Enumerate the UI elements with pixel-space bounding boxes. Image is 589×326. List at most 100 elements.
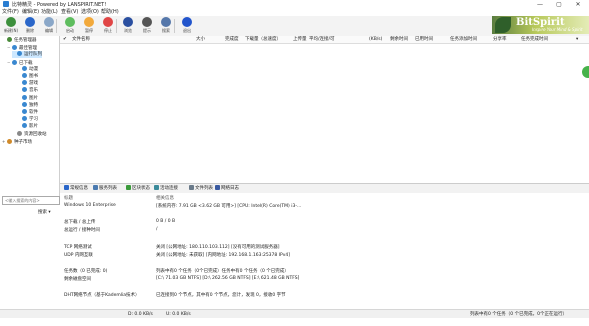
menu-edit[interactable]: 编辑(E): [22, 9, 39, 16]
info-key: 总运行 / 接种时间: [64, 228, 100, 234]
category-icon: [22, 87, 27, 93]
column-header[interactable]: 已用时间: [415, 36, 433, 43]
toolbar-button-label: 新建(N): [3, 28, 19, 33]
tree-node[interactable]: + 种子市场: [2, 138, 32, 145]
tree-node-label: 图片: [29, 95, 38, 101]
info-value: 0 B / 0 B: [156, 219, 176, 225]
column-header[interactable]: 分享率: [493, 36, 507, 43]
column-header[interactable]: 完成度: [225, 36, 239, 43]
toolbar-button-9[interactable]: 退出: [178, 17, 196, 35]
tab-4[interactable]: 文件列表: [189, 185, 213, 192]
menu-file[interactable]: 文件(F): [2, 9, 19, 16]
file-list-icon: [189, 185, 194, 190]
info-key: Windows 10 Enterprise: [64, 203, 116, 208]
general-info-panel: 标题 相关信息 Windows 10 Enterprise [系统内存: 7.91…: [60, 193, 589, 308]
column-header[interactable]: 上传量: [293, 36, 307, 43]
server-icon: [93, 185, 98, 190]
tree-node[interactable]: 软件: [17, 109, 38, 116]
tree-node[interactable]: 独特: [17, 101, 38, 109]
category-icon: [22, 109, 27, 114]
tree-node[interactable]: 任务管理器: [2, 37, 37, 44]
log-icon: [215, 185, 220, 190]
category-icon: [22, 101, 27, 107]
edit-icon: [44, 17, 54, 27]
tab-3[interactable]: 活动连接: [154, 185, 178, 192]
column-chooser-icon[interactable]: ▾: [576, 36, 578, 43]
task-grid[interactable]: [60, 44, 589, 182]
tree-node-label: 任务管理器: [14, 38, 37, 43]
column-header[interactable]: 任务添加时间: [450, 36, 477, 43]
torrent-market-icon: [7, 138, 12, 144]
tree-node[interactable]: 动漫: [17, 65, 38, 73]
toolbar-button-label: 退出: [183, 28, 191, 33]
toolbar-separator: [56, 19, 57, 33]
menu-function[interactable]: 功能(L): [41, 9, 58, 16]
tab-label: 网络日志: [221, 186, 239, 191]
column-header[interactable]: (KB/s): [369, 36, 382, 43]
tree-node[interactable]: 音乐: [17, 87, 38, 94]
toolbar-button-label: 删除: [26, 28, 34, 33]
column-header[interactable]: 任务完成时间: [521, 36, 548, 43]
toolbar-separator: [174, 19, 175, 33]
info-header-title: 标题: [64, 196, 73, 201]
toolbar-button-6[interactable]: 浏览: [119, 17, 137, 35]
tree-node[interactable]: 图片: [17, 94, 38, 102]
column-header[interactable]: 剩余时间: [390, 36, 408, 43]
tree-node[interactable]: 学习: [17, 116, 38, 123]
toolbar-button-0[interactable]: 新建(N): [2, 17, 20, 35]
info-key: TCP 网络测试: [64, 244, 92, 250]
column-header[interactable]: 平均/连接/可: [309, 36, 335, 43]
toolbar-button-label: 暂停: [85, 28, 93, 33]
menu-options[interactable]: 选项(O): [81, 9, 99, 16]
connection-icon: [154, 185, 159, 190]
maximize-button[interactable]: ▢: [552, 0, 566, 9]
title-bar: 比特精灵 - Powered by LANSPIRIT.NET! — ▢ ✕: [0, 0, 589, 9]
tree-node[interactable]: − 已下载: [7, 59, 33, 66]
search-mode-dropdown[interactable]: 搜索 ▾: [38, 209, 51, 215]
info-key: 总下载 / 总上传: [64, 220, 96, 226]
tab-5[interactable]: 网络日志: [215, 185, 239, 192]
toolbar-button-5[interactable]: 停止: [99, 17, 117, 35]
tree-node[interactable]: 影片: [17, 123, 38, 130]
toolbar-button-4[interactable]: 暂停: [80, 17, 98, 35]
app-icon: [3, 1, 9, 7]
tree-node[interactable]: 游戏: [17, 80, 38, 87]
search-input[interactable]: <输入搜索的内容>: [2, 196, 60, 205]
tree-node-label: 学习: [29, 117, 38, 123]
column-header[interactable]: 大小: [196, 36, 205, 43]
side-panel-handle-icon[interactable]: [582, 66, 589, 78]
column-header[interactable]: 文件名称: [72, 36, 90, 43]
toolbar-button-3[interactable]: 启动: [61, 17, 79, 35]
close-button[interactable]: ✕: [571, 0, 585, 9]
tab-0[interactable]: 常规信息: [64, 185, 88, 192]
task-grid-header: ✔ 文件名称 大小 完成度 下载量（总速度） 上传量 平均/连接/可 (KB/s) 剩余时间已…: [60, 36, 589, 44]
tab-label: 常规信息: [70, 186, 88, 191]
tree-node[interactable]: − 最佳管理: [7, 44, 37, 51]
tab-1[interactable]: 服务列表: [93, 185, 117, 192]
info-header-value: 相关信息: [156, 196, 174, 201]
info-icon: [64, 185, 69, 190]
delete-icon: [25, 17, 35, 27]
tree-node[interactable]: 图书: [17, 73, 38, 80]
queue-icon: [17, 51, 22, 57]
start-icon: [65, 17, 75, 27]
category-icon: [22, 123, 27, 129]
tree-node-label: 影片: [29, 124, 38, 130]
toolbar-button-7[interactable]: 提示: [138, 17, 156, 35]
category-icon: [22, 94, 27, 100]
toolbar-button-1[interactable]: 删除: [21, 17, 39, 35]
tree-node[interactable]: 运行队列: [12, 51, 42, 59]
tree-node[interactable]: 资源回收站: [12, 130, 47, 138]
menu-help[interactable]: 帮助(H): [101, 9, 119, 16]
hint-icon: [142, 17, 152, 27]
menu-view[interactable]: 查看(V): [61, 9, 78, 16]
select-all-checkbox[interactable]: ✔: [63, 36, 67, 43]
tab-2[interactable]: 区块状态: [126, 185, 150, 192]
toolbar-button-8[interactable]: 搜索: [157, 17, 175, 35]
toolbar-button-label: 浏览: [124, 28, 132, 33]
info-value: 关闭 [公网地址: 180.110.103.112] [没有可用的测试服务器]: [156, 244, 280, 250]
brand-slogan: Inspire Your Mind & Spirit: [532, 27, 583, 32]
minimize-button[interactable]: —: [533, 0, 547, 9]
stop-icon: [103, 17, 113, 27]
column-header[interactable]: 下载量（总速度）: [245, 36, 281, 43]
